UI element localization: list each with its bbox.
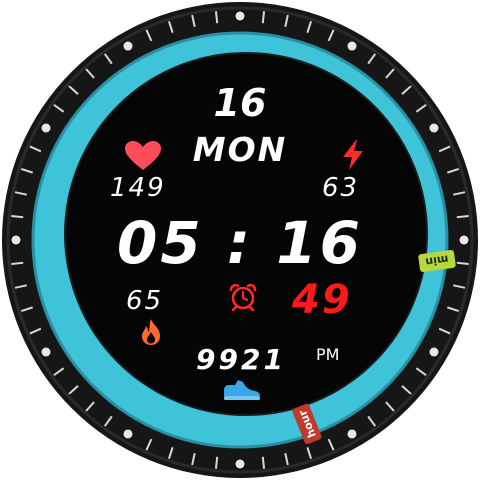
ampm-indicator: PM — [316, 345, 340, 364]
heart-icon — [125, 141, 161, 170]
watch-face: min hour 16 MON 149 63 05 : 16 65 49 992… — [0, 0, 480, 480]
heart-rate-value: 149 — [110, 173, 166, 203]
battery-value: 63 — [322, 173, 360, 203]
bezel-hour-marker — [41, 347, 51, 357]
bezel-hour-marker — [347, 41, 357, 51]
sneaker-icon — [224, 380, 260, 400]
alarm-clock-icon — [229, 283, 257, 312]
bezel-hour-marker — [235, 11, 245, 21]
bezel-hour-marker — [235, 459, 245, 469]
bezel-minute-tick — [214, 11, 219, 24]
weekday: MON — [192, 130, 288, 169]
bezel-hour-marker — [123, 429, 133, 439]
steps-value: 9921 — [196, 343, 286, 376]
calories-value: 65 — [126, 286, 164, 316]
seconds-display: 49 — [292, 277, 352, 323]
bezel-minute-tick — [214, 456, 219, 469]
bezel-hour-marker — [123, 41, 133, 51]
time-display: 05 : 16 — [116, 209, 363, 277]
lightning-icon — [343, 140, 363, 170]
bezel-hour-marker — [41, 123, 51, 133]
bezel-minute-tick — [261, 11, 266, 24]
flame-icon — [142, 319, 160, 345]
bezel-hour-marker — [347, 429, 357, 439]
bezel-hour-marker — [429, 123, 439, 133]
date-day: 16 — [213, 81, 267, 125]
bezel-minute-tick — [261, 456, 266, 469]
bezel-hour-marker — [429, 347, 439, 357]
